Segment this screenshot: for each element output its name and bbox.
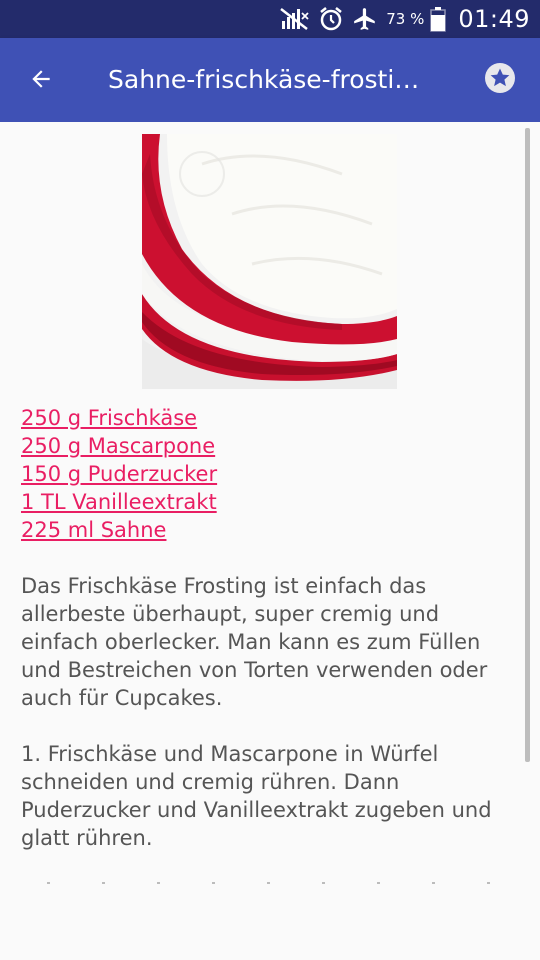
ingredient-list: 250 g Frischkäse 250 g Mascarpone 150 g … (21, 404, 217, 544)
recipe-step: 1. Frischkäse und Mascarpone in Würfel s… (21, 742, 492, 850)
battery-percent: 73 % (386, 10, 425, 28)
status-icons: 73 % 01:49 (280, 0, 530, 38)
text-fragment-dots (21, 882, 516, 886)
scrollbar[interactable] (525, 128, 530, 762)
ingredient-link[interactable]: 150 g Puderzucker (21, 460, 217, 488)
ingredient-link[interactable]: 250 g Mascarpone (21, 432, 217, 460)
recipe-image (142, 134, 397, 389)
recipe-description: Das Frischkäse Frosting ist einfach das … (21, 574, 488, 710)
ingredient-link[interactable]: 225 ml Sahne (21, 516, 217, 544)
status-time: 01:49 (458, 5, 530, 33)
airplane-mode-icon (352, 6, 378, 32)
status-bar: 73 % 01:49 (0, 0, 540, 38)
star-icon (484, 62, 516, 98)
app-bar: Sahne-frischkäse-frosti… (0, 38, 540, 122)
back-button[interactable] (18, 58, 64, 104)
arrow-back-icon (28, 66, 54, 96)
ingredient-link[interactable]: 1 TL Vanilleextrakt (21, 488, 217, 516)
favorite-button[interactable] (482, 62, 518, 98)
battery-icon (430, 6, 447, 32)
mute-icon (280, 7, 310, 31)
page-title: Sahne-frischkäse-frosti… (108, 65, 420, 94)
alarm-icon (318, 6, 344, 32)
ingredient-link[interactable]: 250 g Frischkäse (21, 404, 217, 432)
